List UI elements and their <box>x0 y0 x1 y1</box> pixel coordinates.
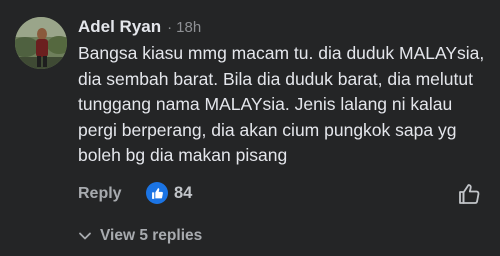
author-name[interactable]: Adel Ryan <box>78 17 161 37</box>
view-replies-link[interactable]: View 5 replies <box>78 227 202 245</box>
comment-text-line: boleh bg dia makan pisang <box>78 145 288 165</box>
avatar[interactable] <box>15 17 67 69</box>
comment-card: Adel Ryan · 18h Bangsa kiasu mmg macam t… <box>0 0 500 256</box>
comment-text-line: pergi berperang, dia akan cium pungkok s… <box>78 119 457 140</box>
comment-header: Adel Ryan · 18h <box>78 17 201 39</box>
comment-text-line: tunggang nama MALAYsia. Jenis lalang ni … <box>78 94 453 114</box>
reaction-count: 84 <box>174 183 193 202</box>
reaction-summary[interactable]: 84 <box>146 182 192 204</box>
avatar-photo <box>15 17 67 69</box>
comment-text: Bangsa kiasu mmg macam tu. dia duduk MAL… <box>78 41 498 169</box>
comment-timestamp[interactable]: 18h <box>176 19 201 36</box>
like-button[interactable] <box>457 182 481 206</box>
view-replies-label: View 5 replies <box>100 227 203 244</box>
header-separator: · <box>167 19 173 36</box>
comment-text-line: dia sembah barat. Bila dia duduk barat, … <box>78 68 473 89</box>
chevron-down-icon <box>79 232 91 240</box>
reply-button[interactable]: Reply <box>78 185 122 203</box>
comment-text-line: Bangsa kiasu mmg macam tu. dia duduk MAL… <box>78 43 485 63</box>
thumbs-up-outline-icon <box>459 184 480 204</box>
thumbs-up-icon <box>146 182 168 204</box>
